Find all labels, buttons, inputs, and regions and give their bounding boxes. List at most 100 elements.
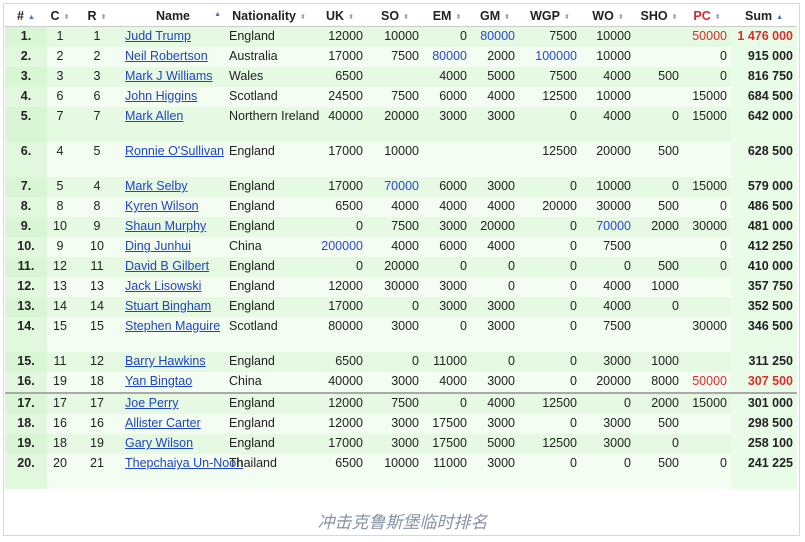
nationality-cell: England: [225, 414, 313, 434]
wo-cell: 0: [581, 392, 635, 414]
c-cell: 1: [47, 26, 73, 47]
column-header-c[interactable]: C ⬍: [47, 5, 73, 27]
sho-cell: 2000: [635, 392, 683, 414]
table-row: 8. 8 8 Kyren Wilson England 6500 4000 40…: [5, 197, 797, 217]
so-cell: 4000: [367, 197, 423, 217]
c-cell: 20: [47, 454, 73, 489]
player-link[interactable]: David B Gilbert: [125, 259, 209, 273]
column-header-r[interactable]: R ⬍: [73, 5, 121, 27]
wgp-cell: 7500: [519, 67, 581, 87]
uk-cell: 0: [313, 217, 367, 237]
wgp-cell: 100000: [519, 47, 581, 67]
sort-icon[interactable]: ⬍: [64, 14, 70, 21]
player-link[interactable]: Shaun Murphy: [125, 219, 206, 233]
c-cell: 17: [47, 392, 73, 414]
r-cell: 11: [73, 257, 121, 277]
sort-icon[interactable]: ⬍: [455, 14, 461, 21]
player-link[interactable]: Allister Carter: [125, 416, 201, 430]
nationality-cell: England: [225, 26, 313, 47]
player-link[interactable]: Yan Bingtao: [125, 374, 192, 388]
nationality-cell: China: [225, 237, 313, 257]
player-link[interactable]: Mark Allen: [125, 109, 183, 123]
player-link[interactable]: Barry Hawkins: [125, 354, 206, 368]
player-link[interactable]: Thepchaiya Un-Nooh: [125, 456, 243, 470]
sort-ascending-icon[interactable]: ▲: [214, 11, 221, 18]
pc-cell: [683, 414, 731, 434]
r-cell: 6: [73, 87, 121, 107]
c-cell: 10: [47, 217, 73, 237]
r-cell: 18: [73, 372, 121, 393]
column-header-nationality[interactable]: Nationality ⬍: [225, 5, 313, 27]
sum-cell: 684 500: [731, 87, 797, 107]
sort-icon[interactable]: ⬍: [715, 14, 721, 21]
name-cell: Stuart Bingham: [121, 297, 225, 317]
so-cell: 3000: [367, 434, 423, 454]
player-link[interactable]: Judd Trump: [125, 29, 191, 43]
sort-icon[interactable]: ⬍: [564, 14, 570, 21]
c-cell: 9: [47, 237, 73, 257]
so-cell: 4000: [367, 237, 423, 257]
column-header-sum[interactable]: Sum ▲: [731, 5, 797, 27]
column-header-em[interactable]: EM ⬍: [423, 5, 471, 27]
wo-cell: 30000: [581, 197, 635, 217]
player-link[interactable]: John Higgins: [125, 89, 197, 103]
player-link[interactable]: Kyren Wilson: [125, 199, 199, 213]
nationality-cell: Thailand: [225, 454, 313, 489]
column-header-name[interactable]: Name ▲: [121, 5, 225, 27]
table-row: 6. 4 5 Ronnie O'Sullivan England 17000 1…: [5, 142, 797, 177]
r-cell: 8: [73, 197, 121, 217]
wgp-cell: 0: [519, 352, 581, 372]
so-cell: [367, 67, 423, 87]
uk-cell: 12000: [313, 414, 367, 434]
sort-icon[interactable]: ⬍: [618, 14, 624, 21]
column-header-wo[interactable]: WO ⬍: [581, 5, 635, 27]
pc-cell: 0: [683, 257, 731, 277]
em-cell: 17500: [423, 414, 471, 434]
player-link[interactable]: Gary Wilson: [125, 436, 193, 450]
pc-cell: 50000: [683, 26, 731, 47]
sort-icon[interactable]: ⬍: [101, 14, 107, 21]
pc-cell: 50000: [683, 372, 731, 393]
sort-ascending-icon[interactable]: ▲: [28, 14, 35, 21]
player-link[interactable]: Stuart Bingham: [125, 299, 211, 313]
c-cell: 13: [47, 277, 73, 297]
sort-icon[interactable]: ⬍: [403, 14, 409, 21]
rank-cell: 5.: [5, 107, 47, 142]
column-header-wgp[interactable]: WGP ⬍: [519, 5, 581, 27]
player-link[interactable]: Ding Junhui: [125, 239, 191, 253]
sort-ascending-icon[interactable]: ▲: [776, 14, 783, 21]
uk-cell: 40000: [313, 372, 367, 393]
player-link[interactable]: Ronnie O'Sullivan: [125, 144, 224, 158]
player-link[interactable]: Joe Perry: [125, 396, 179, 410]
em-cell: 4000: [423, 372, 471, 393]
em-cell: 11000: [423, 454, 471, 489]
table-row: 16. 19 18 Yan Bingtao China 40000 3000 4…: [5, 372, 797, 393]
uk-cell: 17000: [313, 47, 367, 67]
player-link[interactable]: Neil Robertson: [125, 49, 208, 63]
column-header-so[interactable]: SO ⬍: [367, 5, 423, 27]
player-link[interactable]: Mark J Williams: [125, 69, 213, 83]
sort-icon[interactable]: ⬍: [672, 14, 678, 21]
column-header-uk[interactable]: UK ⬍: [313, 5, 367, 27]
sort-icon[interactable]: ⬍: [504, 14, 510, 21]
nationality-cell: England: [225, 217, 313, 237]
sort-icon[interactable]: ⬍: [348, 14, 354, 21]
so-cell: 20000: [367, 257, 423, 277]
player-link[interactable]: Jack Lisowski: [125, 279, 201, 293]
column-header-rank[interactable]: # ▲: [5, 5, 47, 27]
table-row: 12. 13 13 Jack Lisowski England 12000 30…: [5, 277, 797, 297]
column-header-sho[interactable]: SHO ⬍: [635, 5, 683, 27]
nationality-cell: England: [225, 392, 313, 414]
column-header-gm[interactable]: GM ⬍: [471, 5, 519, 27]
player-link[interactable]: Stephen Maguire: [125, 319, 220, 333]
sort-icon[interactable]: ⬍: [300, 14, 306, 21]
table-row: 20. 20 21 Thepchaiya Un-Nooh Thailand 65…: [5, 454, 797, 489]
table-row: 9. 10 9 Shaun Murphy England 0 7500 3000…: [5, 217, 797, 237]
gm-cell: 5000: [471, 434, 519, 454]
player-link[interactable]: Mark Selby: [125, 179, 188, 193]
nationality-cell: England: [225, 177, 313, 197]
name-cell: Mark Selby: [121, 177, 225, 197]
uk-cell: 40000: [313, 107, 367, 142]
uk-cell: 12000: [313, 392, 367, 414]
column-header-pc[interactable]: PC ⬍: [683, 5, 731, 27]
